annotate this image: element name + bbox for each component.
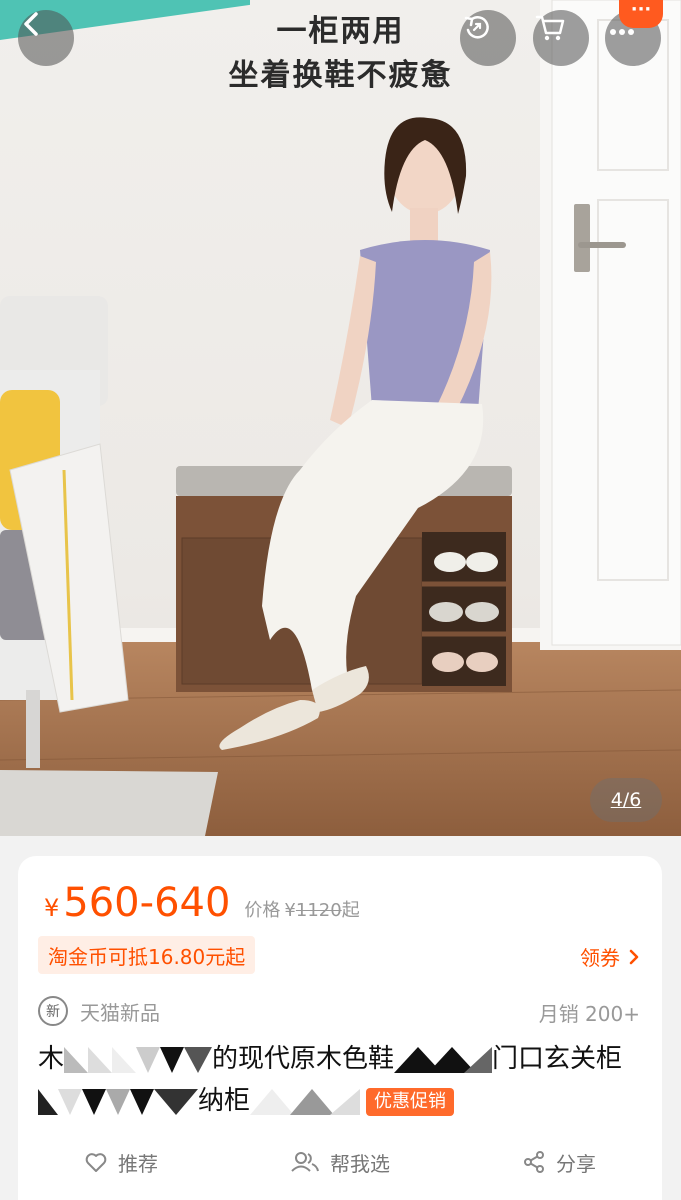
title-fragment: 纳柜 xyxy=(198,1086,251,1116)
redaction-mosaic xyxy=(250,1088,361,1115)
product-image-carousel[interactable]: 一柜两用 坐着换鞋不疲惫 ··· 4/6 xyxy=(0,0,681,836)
original-price-value: 1120 xyxy=(295,900,342,921)
redaction-mosaic xyxy=(64,1046,213,1073)
product-info-card: ¥ 560-640 价格 ¥ 1120 起 淘金币可抵16.80元起 领券 新 … xyxy=(18,856,662,1200)
chevron-right-icon xyxy=(629,949,639,964)
monthly-sales: 月销 200+ xyxy=(538,1002,640,1026)
title-line-1: 木 的现代原木色鞋 门口玄关柜 xyxy=(38,1038,642,1080)
product-title: 木 的现代原木色鞋 门口玄关柜 纳柜 优惠促销 xyxy=(38,1038,642,1122)
share-refresh-button[interactable] xyxy=(460,10,516,66)
help-choose-button[interactable]: 帮我选 xyxy=(290,1148,390,1177)
coin-discount-tag[interactable]: 淘金币可抵16.80元起 xyxy=(38,936,256,974)
coupon-button[interactable]: 领券 xyxy=(580,942,640,971)
title-fragment: 门口玄关柜 xyxy=(492,1044,623,1074)
recommend-button[interactable]: 推荐 xyxy=(84,1148,158,1177)
back-button[interactable] xyxy=(18,10,74,66)
brand-label: 天猫新品 xyxy=(80,1000,160,1025)
original-price-label: 价格 xyxy=(244,900,281,921)
title-fragment: 的现代原木色鞋 xyxy=(212,1044,395,1074)
help-choose-label: 帮我选 xyxy=(330,1151,390,1176)
action-bar: 推荐 帮我选 分享 xyxy=(18,1140,662,1184)
heart-icon xyxy=(85,1153,107,1172)
coupon-label: 领券 xyxy=(580,946,620,970)
redaction-mosaic xyxy=(394,1046,493,1073)
title-fragment: 木 xyxy=(38,1044,65,1074)
price-row: ¥ 560-640 价格 ¥ 1120 起 xyxy=(44,880,360,926)
redaction-mosaic xyxy=(38,1088,198,1115)
slogan-line-2: 坐着换鞋不疲惫 xyxy=(228,58,453,93)
chevron-left-icon xyxy=(24,12,38,36)
page-indicator: 4/6 xyxy=(590,778,662,822)
product-photo xyxy=(0,0,681,836)
message-badge: ··· xyxy=(619,0,663,28)
cart-icon xyxy=(535,15,565,41)
recommend-label: 推荐 xyxy=(118,1151,158,1176)
price-currency: ¥ xyxy=(44,894,60,922)
original-price-suffix: 起 xyxy=(341,900,360,921)
new-product-icon: 新 xyxy=(38,996,68,1026)
share-label: 分享 xyxy=(556,1151,596,1176)
original-price-currency: ¥ xyxy=(284,900,296,921)
promo-tag: 优惠促销 xyxy=(366,1087,455,1116)
price-range: 560-640 xyxy=(63,880,231,926)
title-line-2: 纳柜 优惠促销 xyxy=(38,1080,642,1122)
share-button[interactable]: 分享 xyxy=(522,1148,596,1177)
people-icon xyxy=(291,1152,319,1172)
brand-row: 新 天猫新品 xyxy=(38,996,160,1026)
share-icon xyxy=(524,1151,544,1173)
cart-button[interactable] xyxy=(533,10,589,66)
refresh-share-icon xyxy=(464,16,489,39)
